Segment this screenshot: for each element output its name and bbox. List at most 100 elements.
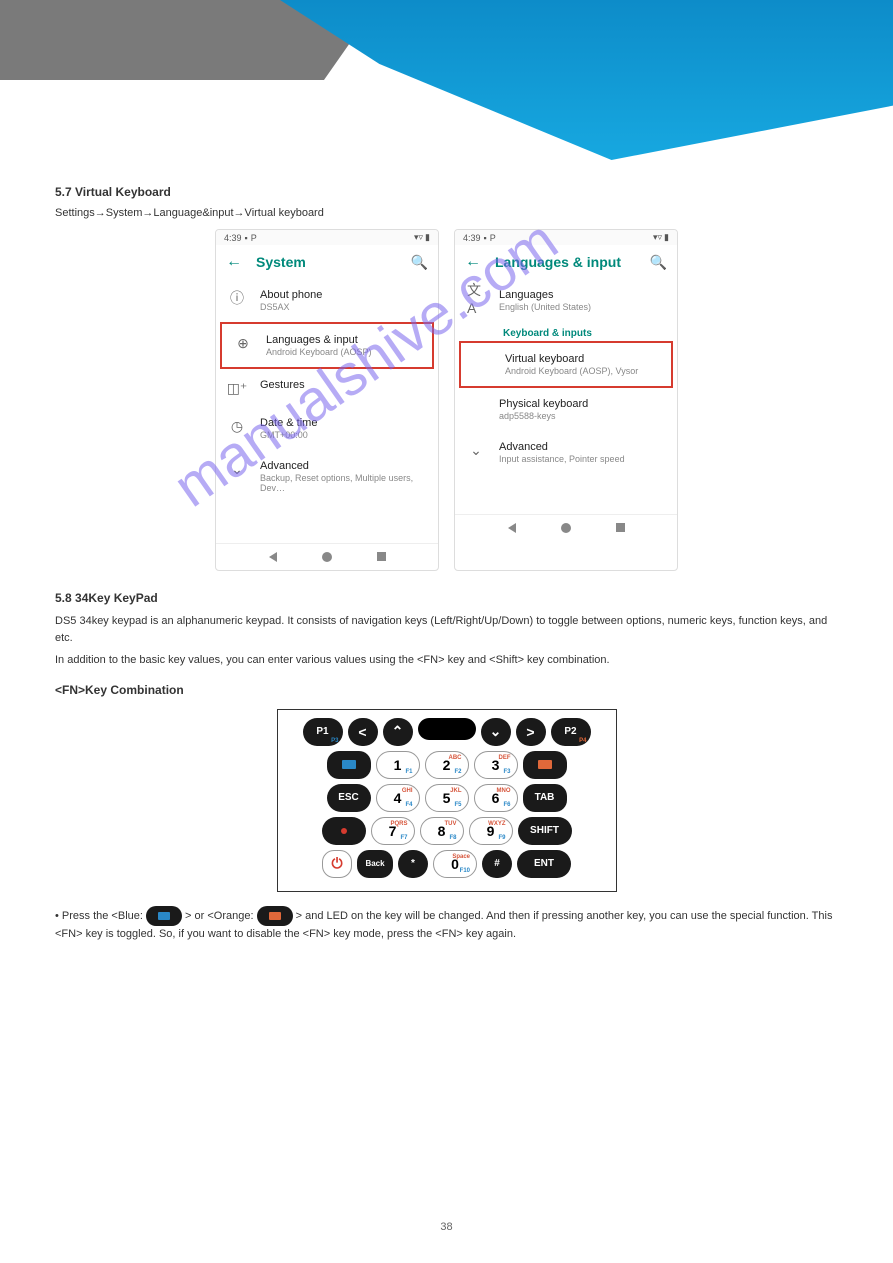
status-bar: 4:39▪P ▾▿▮ <box>216 230 438 245</box>
key-0: 0SpaceF10 <box>433 850 477 878</box>
key-scan <box>418 718 476 740</box>
key-fn-orange <box>523 751 567 779</box>
section-58-title: 5.8 34Key KeyPad <box>55 591 838 605</box>
header-decoration <box>0 0 893 160</box>
row-sub: English (United States) <box>499 302 665 312</box>
status-icon: ▪ <box>484 233 487 243</box>
row-sub: Android Keyboard (AOSP) <box>266 347 420 357</box>
status-time: 4:39 <box>224 233 242 243</box>
row-sub: adp5588-keys <box>499 411 665 421</box>
row-languages-input[interactable]: ⊕ Languages & inputAndroid Keyboard (AOS… <box>220 322 434 369</box>
row-sub: Backup, Reset options, Multiple users, D… <box>260 473 426 493</box>
row-advanced[interactable]: ⌄ AdvancedBackup, Reset options, Multipl… <box>216 450 438 503</box>
search-icon[interactable]: 🔍 <box>411 254 428 271</box>
status-time: 4:39 <box>463 233 481 243</box>
key-tab: TAB <box>523 784 567 812</box>
key-power: ⏻ <box>322 850 352 878</box>
fn-orange-icon <box>257 906 293 926</box>
fn-blue-icon <box>146 906 182 926</box>
row-title: Virtual keyboard <box>505 353 659 365</box>
globe-icon: ⊕ <box>234 334 252 352</box>
battery-icon: ▮ <box>425 232 430 243</box>
key-p1: P1P3 <box>303 718 343 746</box>
key-3: 3DEFF3 <box>474 751 518 779</box>
nav-recent-icon[interactable] <box>616 523 625 532</box>
status-bar: 4:39▪P ▾▿▮ <box>455 230 677 245</box>
key-6: 6MNOF6 <box>474 784 518 812</box>
key-up: ⌃ <box>383 718 413 746</box>
row-title: Languages & input <box>266 334 420 346</box>
key-back: Back <box>357 850 393 878</box>
row-title: Advanced <box>499 441 665 453</box>
key-9: 9WXYZF9 <box>469 817 513 845</box>
phone-system: 4:39▪P ▾▿▮ ← System 🔍 ⓘ About phoneDS5AX… <box>215 229 439 571</box>
app-bar: ← Languages & input 🔍 <box>455 245 677 279</box>
translate-icon: 文A <box>467 289 485 307</box>
gesture-icon: ◫⁺ <box>228 379 246 397</box>
key-2: 2ABCF2 <box>425 751 469 779</box>
screenshot-row: 4:39▪P ▾▿▮ ← System 🔍 ⓘ About phoneDS5AX… <box>55 229 838 571</box>
battery-icon: ▮ <box>664 232 669 243</box>
wifi-icon: ▾▿ <box>653 232 662 243</box>
row-datetime[interactable]: ◷ Date & timeGMT+00:00 <box>216 407 438 450</box>
keypad-diagram: P1P3 < ⌃ ⌄ > P2P4 1F1 2ABCF2 3DEFF3 ESC … <box>277 709 617 892</box>
page-title: System <box>256 254 397 270</box>
row-title: Date & time <box>260 417 426 429</box>
kb-paragraph-2: In addition to the basic key values, you… <box>55 652 838 669</box>
row-title: About phone <box>260 289 426 301</box>
nav-back-icon[interactable] <box>508 523 516 533</box>
key-hash: # <box>482 850 512 878</box>
key-8: 8TUVF8 <box>420 817 464 845</box>
back-icon[interactable]: ← <box>465 253 481 271</box>
row-virtual-kb[interactable]: Virtual keyboardAndroid Keyboard (AOSP),… <box>459 341 673 388</box>
status-icon: ▪ <box>245 233 248 243</box>
status-p: P <box>490 233 496 243</box>
row-title: Gestures <box>260 379 426 391</box>
search-icon[interactable]: 🔍 <box>650 254 667 271</box>
fn-key-description: • Press the <Blue: > or <Orange: > and L… <box>55 906 838 944</box>
row-title: Languages <box>499 289 665 301</box>
row-sub: Android Keyboard (AOSP), Vysor <box>505 366 659 376</box>
page-number: 38 <box>0 1221 893 1233</box>
nav-back-icon[interactable] <box>269 552 277 562</box>
nav-bar <box>455 514 677 541</box>
nav-recent-icon[interactable] <box>377 552 386 561</box>
kb-paragraph-1: DS5 34key keypad is an alphanumeric keyp… <box>55 613 838 646</box>
back-icon[interactable]: ← <box>226 253 242 271</box>
row-title: Advanced <box>260 460 426 472</box>
row-sub: GMT+00:00 <box>260 430 426 440</box>
kb-section-label: Keyboard & inputs <box>455 322 677 341</box>
row-advanced[interactable]: ⌄ AdvancedInput assistance, Pointer spee… <box>455 431 677 474</box>
section-57-title: 5.7 Virtual Keyboard <box>55 185 838 199</box>
key-p2: P2P4 <box>551 718 591 746</box>
nav-home-icon[interactable] <box>561 523 571 533</box>
nav-bar <box>216 543 438 570</box>
row-title: Physical keyboard <box>499 398 665 410</box>
key-fn-blue <box>327 751 371 779</box>
key-1: 1F1 <box>376 751 420 779</box>
page-title: Languages & input <box>495 254 636 270</box>
nav-home-icon[interactable] <box>322 552 332 562</box>
wifi-icon: ▾▿ <box>414 232 423 243</box>
row-about[interactable]: ⓘ About phoneDS5AX <box>216 279 438 322</box>
key-star: * <box>398 850 428 878</box>
section-57-path: Settings→System→Language&input→Virtual k… <box>55 207 838 219</box>
phone-languages-input: 4:39▪P ▾▿▮ ← Languages & input 🔍 文A Lang… <box>454 229 678 571</box>
chevron-down-icon: ⌄ <box>467 441 485 459</box>
key-dot <box>322 817 366 845</box>
key-left: < <box>348 718 378 746</box>
key-4: 4GHIF4 <box>376 784 420 812</box>
row-gestures[interactable]: ◫⁺ Gestures <box>216 369 438 407</box>
key-right: > <box>516 718 546 746</box>
row-languages[interactable]: 文A LanguagesEnglish (United States) <box>455 279 677 322</box>
row-sub: Input assistance, Pointer speed <box>499 454 665 464</box>
row-physical-kb[interactable]: Physical keyboardadp5588-keys <box>455 388 677 431</box>
app-bar: ← System 🔍 <box>216 245 438 279</box>
key-esc: ESC <box>327 784 371 812</box>
key-enter: ENT <box>517 850 571 878</box>
chevron-down-icon: ⌄ <box>228 460 246 478</box>
row-sub: DS5AX <box>260 302 426 312</box>
kb-subheading: <FN>Key Combination <box>55 683 838 697</box>
key-down: ⌄ <box>481 718 511 746</box>
info-icon: ⓘ <box>228 289 246 307</box>
